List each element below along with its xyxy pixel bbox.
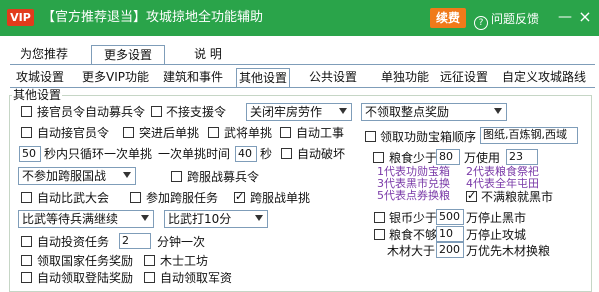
label-seconds: 秒 bbox=[260, 147, 273, 161]
checkbox-auto-fort[interactable] bbox=[280, 127, 291, 138]
checkbox-no-food-market[interactable] bbox=[466, 189, 477, 202]
label-military-funds: 自动领取军资 bbox=[160, 271, 233, 285]
vip-badge: VIP bbox=[7, 9, 34, 26]
select-hourly-reward[interactable]: 不领取整点奖励 bbox=[361, 103, 507, 121]
minimize-button[interactable]: — bbox=[558, 10, 572, 25]
label-nation-task: 领取国家任务奖励 bbox=[37, 254, 134, 268]
chevron-down-icon bbox=[123, 172, 131, 178]
checkbox-auto-invest[interactable] bbox=[21, 236, 32, 247]
label-auto-officer: 自动接官员令 bbox=[37, 126, 110, 140]
subtab-attack[interactable]: 攻城设置 bbox=[14, 68, 66, 86]
label-cross-recruit: 跨服战募兵令 bbox=[187, 170, 260, 184]
label-workshop: 木士工坊 bbox=[160, 254, 209, 268]
checkbox-gift-order[interactable] bbox=[365, 131, 376, 142]
checkbox-auto-destroy[interactable] bbox=[281, 148, 292, 159]
input-food-below[interactable]: 80 bbox=[436, 149, 460, 165]
option-hint-5: 5代表点券换粮 bbox=[377, 189, 450, 202]
select-hourly-reward-value: 不领取整点奖励 bbox=[365, 105, 450, 119]
label-no-support: 不接支援令 bbox=[166, 105, 227, 119]
label-cross-duel: 跨服战单挑 bbox=[250, 191, 311, 205]
subtab-custom-route[interactable]: 自定义攻城路线 bbox=[500, 68, 588, 86]
subtab-single[interactable]: 单独功能 bbox=[379, 68, 431, 86]
checkbox-charge-duel[interactable] bbox=[123, 127, 134, 138]
input-silver-below[interactable]: 500 bbox=[436, 209, 464, 225]
label-food-use: 万使用 bbox=[464, 151, 501, 165]
sub-tab-divider bbox=[10, 87, 595, 88]
label-auto-fort: 自动工事 bbox=[296, 126, 345, 140]
checkbox-cross-task[interactable] bbox=[130, 192, 141, 203]
input-grain-low[interactable]: 10 bbox=[436, 226, 464, 242]
group-title: 其他设置 bbox=[12, 88, 63, 102]
select-cross-war-value: 不参加跨服国战 bbox=[22, 169, 107, 183]
label-cross-task: 参加跨服任务 bbox=[146, 191, 219, 205]
checkbox-workshop[interactable] bbox=[144, 255, 155, 266]
label-gift-order: 领取功勋宝箱顺序 bbox=[380, 130, 477, 144]
label-grain-stop: 万停止攻城 bbox=[466, 228, 527, 242]
chevron-down-icon bbox=[141, 215, 149, 221]
checkbox-food-below[interactable] bbox=[373, 152, 384, 163]
label-wood-exchange: 万优先木材换粮 bbox=[466, 244, 551, 258]
select-prison-labor-value: 关闭牢房劳作 bbox=[250, 105, 323, 119]
select-contest-wait-value: 比武等待兵满继续 bbox=[22, 212, 119, 226]
checkbox-military-funds[interactable] bbox=[144, 272, 155, 283]
tab-recommend[interactable]: 为您推荐 bbox=[14, 45, 74, 63]
app-title: 【官方推荐退当】攻城掠地全功能辅助 bbox=[42, 10, 264, 25]
feedback-link[interactable]: ? 问题反馈 bbox=[474, 10, 539, 30]
chevron-down-icon bbox=[494, 108, 502, 114]
label-officer-recruit: 接官员令自动募兵令 bbox=[37, 105, 146, 119]
close-button[interactable]: × bbox=[578, 9, 592, 25]
subtab-expedition[interactable]: 远征设置 bbox=[438, 68, 490, 86]
main-tab-divider bbox=[10, 64, 595, 65]
label-loop: 秒内只循环一次单挑 bbox=[44, 147, 153, 161]
label-auto-destroy: 自动破坏 bbox=[297, 147, 346, 161]
question-icon: ? bbox=[474, 16, 488, 30]
input-gift-order[interactable]: 图纸,百炼钢,西域 bbox=[480, 127, 578, 144]
select-prison-labor[interactable]: 关闭牢房劳作 bbox=[246, 103, 352, 121]
subtab-building[interactable]: 建筑和事件 bbox=[161, 68, 225, 86]
select-contest-wait[interactable]: 比武等待兵满继续 bbox=[18, 210, 154, 228]
label-silver-below: 银币少于 bbox=[389, 211, 438, 225]
select-cross-war[interactable]: 不参加跨服国战 bbox=[18, 167, 136, 185]
input-wood-above[interactable]: 200 bbox=[436, 242, 464, 258]
checkbox-login-reward[interactable] bbox=[21, 272, 32, 283]
checkbox-cross-recruit[interactable] bbox=[171, 171, 182, 182]
checkbox-general-duel[interactable] bbox=[208, 127, 219, 138]
tab-help[interactable]: 说 明 bbox=[188, 45, 228, 63]
label-no-food-market: 不满粮就黑市 bbox=[481, 190, 554, 204]
subtab-vip[interactable]: 更多VIP功能 bbox=[80, 68, 151, 86]
label-invest-minutes: 分钟一次 bbox=[157, 235, 206, 249]
checkbox-cross-duel[interactable] bbox=[234, 190, 245, 203]
input-invest-minutes[interactable]: 2 bbox=[119, 233, 151, 249]
checkbox-silver-below[interactable] bbox=[374, 212, 385, 223]
subtab-other[interactable]: 其他设置 bbox=[236, 68, 291, 87]
label-login-reward: 自动领取登陆奖励 bbox=[37, 271, 134, 285]
label-duel-time: 一次单挑时间 bbox=[158, 147, 231, 161]
label-general-duel: 武将单挑 bbox=[224, 126, 273, 140]
checkbox-no-support[interactable] bbox=[151, 106, 162, 117]
subtab-public[interactable]: 公共设置 bbox=[307, 68, 359, 86]
input-food-order[interactable]: 23 bbox=[506, 149, 538, 165]
checkbox-officer-recruit[interactable] bbox=[21, 106, 32, 117]
input-duel-time[interactable]: 40 bbox=[235, 146, 257, 162]
select-contest-score[interactable]: 比武打10分 bbox=[164, 210, 268, 228]
checkbox-auto-officer[interactable] bbox=[21, 127, 32, 138]
label-auto-invest: 自动投资任务 bbox=[37, 235, 110, 249]
input-loop-seconds[interactable]: 50 bbox=[19, 146, 41, 162]
chevron-down-icon bbox=[339, 108, 347, 114]
label-wood-above: 木材大于 bbox=[387, 244, 436, 258]
label-auto-contest: 自动比武大会 bbox=[37, 191, 110, 205]
checkbox-nation-task[interactable] bbox=[21, 255, 32, 266]
feedback-label: 问题反馈 bbox=[491, 12, 540, 26]
tab-more-settings[interactable]: 更多设置 bbox=[91, 45, 165, 64]
chevron-down-icon bbox=[255, 215, 263, 221]
checkbox-grain-low[interactable] bbox=[374, 229, 385, 240]
label-food-below: 粮食少于 bbox=[389, 151, 438, 165]
checkbox-auto-contest[interactable] bbox=[21, 192, 32, 203]
label-silver-stop: 万停止黑市 bbox=[466, 211, 527, 225]
option-hint-4: 4代表全年屯田 bbox=[466, 177, 539, 190]
label-grain-low: 粮食不够 bbox=[389, 228, 438, 242]
label-charge-duel: 突进后单挑 bbox=[139, 126, 200, 140]
renew-button[interactable]: 续费 bbox=[430, 8, 466, 28]
select-contest-score-value: 比武打10分 bbox=[168, 212, 232, 226]
